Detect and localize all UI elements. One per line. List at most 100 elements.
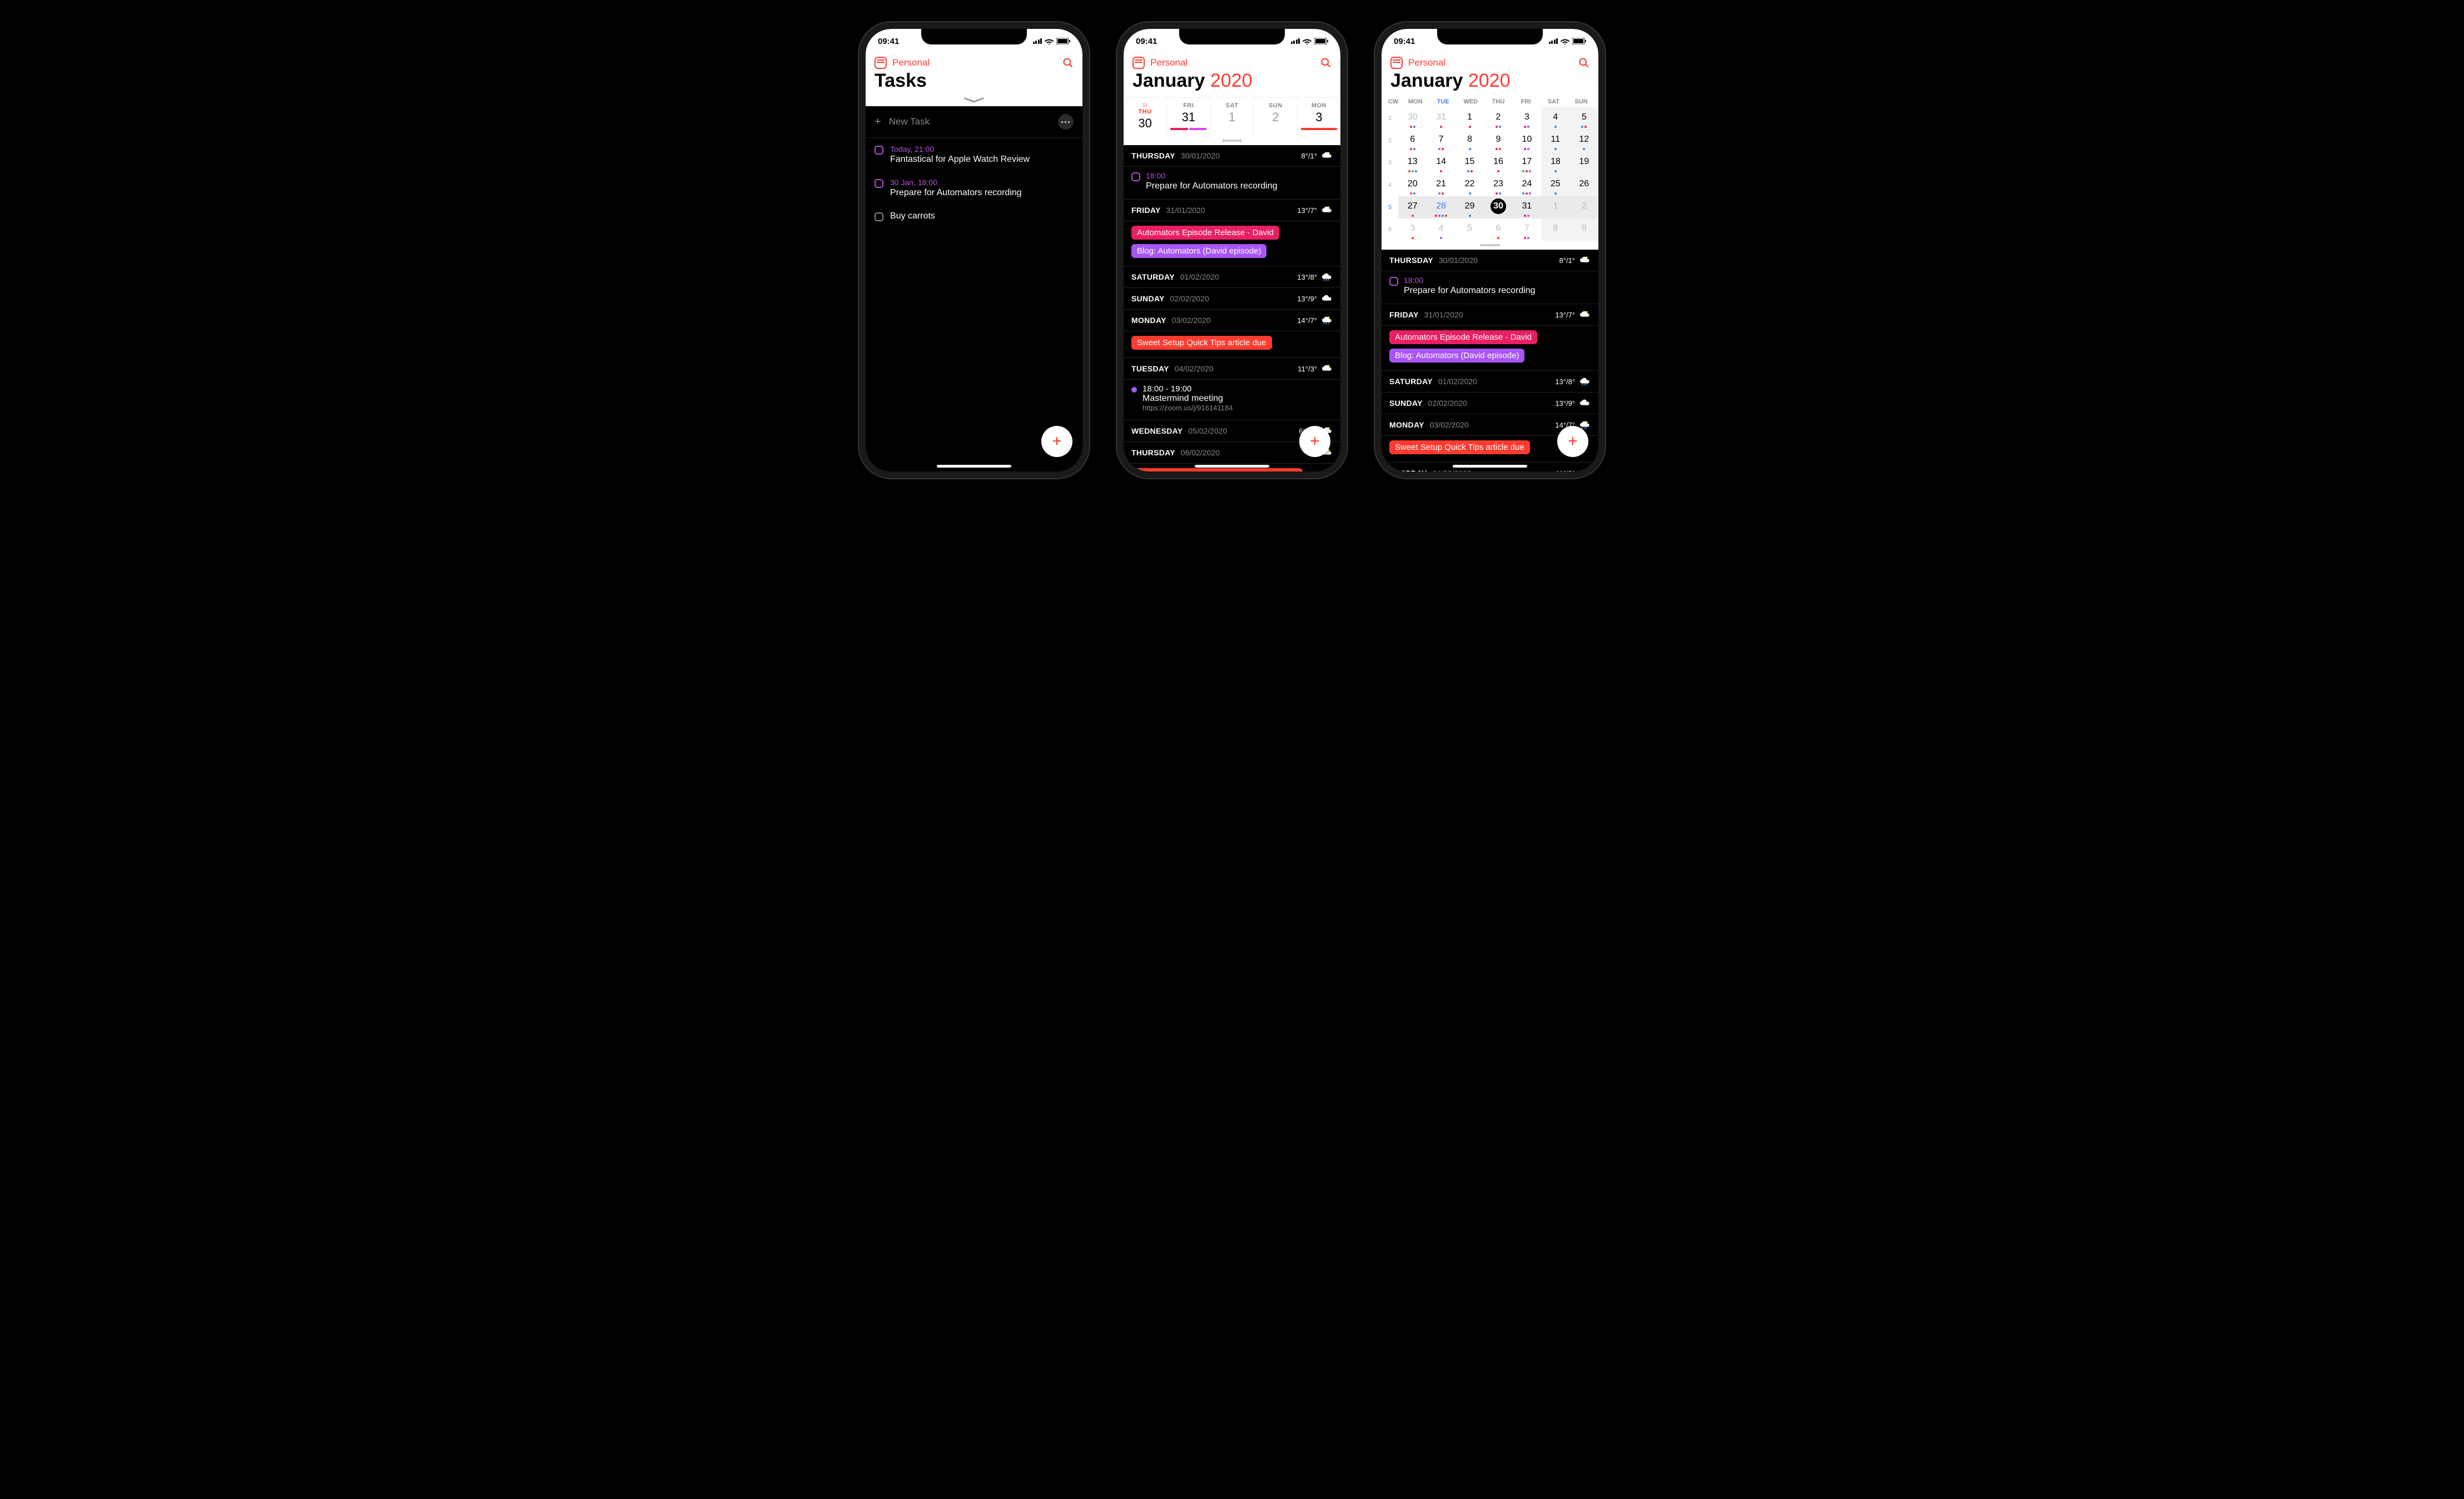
month-day[interactable]: 6 bbox=[1398, 130, 1427, 152]
week-day[interactable]: FRI31 bbox=[1167, 98, 1210, 136]
month-day[interactable]: 23 bbox=[1484, 174, 1512, 196]
month-day[interactable]: 2 bbox=[1484, 107, 1512, 130]
month-day[interactable]: 15 bbox=[1455, 152, 1484, 174]
home-indicator[interactable] bbox=[937, 465, 1011, 468]
month-day[interactable]: 19 bbox=[1570, 152, 1598, 174]
month-day[interactable]: 20 bbox=[1398, 174, 1427, 196]
month-day[interactable]: 2 bbox=[1570, 196, 1598, 219]
week-day[interactable]: SAT1 bbox=[1210, 98, 1254, 136]
month-day[interactable]: 12 bbox=[1570, 130, 1598, 152]
more-button[interactable]: ••• bbox=[1058, 114, 1074, 130]
event-dots bbox=[1398, 126, 1427, 128]
search-icon[interactable] bbox=[1320, 57, 1332, 68]
month-day[interactable]: 24 bbox=[1513, 174, 1541, 196]
day-header[interactable]: SATURDAY 01/02/202013°/8° bbox=[1382, 371, 1598, 393]
calendar-set-button[interactable]: Personal bbox=[1390, 57, 1445, 69]
calendar-set-button[interactable]: Personal bbox=[1132, 57, 1188, 69]
task-item[interactable]: 18:00Prepare for Automators recording bbox=[1389, 274, 1591, 298]
task-checkbox[interactable] bbox=[1389, 277, 1398, 286]
home-indicator[interactable] bbox=[1453, 465, 1527, 468]
month-grid[interactable]: 1303112345267891011123131415161718194202… bbox=[1382, 107, 1598, 241]
task-checkbox[interactable] bbox=[1131, 172, 1140, 181]
event-pill[interactable]: Blog: Automators (David episode) bbox=[1131, 244, 1266, 258]
month-day[interactable]: 21 bbox=[1427, 174, 1455, 196]
month-day[interactable]: 8 bbox=[1455, 130, 1484, 152]
search-icon[interactable] bbox=[1062, 57, 1074, 68]
status-indicators bbox=[1291, 38, 1329, 44]
task-item[interactable]: Buy carrots bbox=[866, 205, 1082, 228]
task-item[interactable]: 30 Jan, 18:00Prepare for Automators reco… bbox=[866, 171, 1082, 205]
month-day[interactable]: 27 bbox=[1398, 196, 1427, 219]
add-button[interactable]: + bbox=[1041, 426, 1072, 457]
day-header[interactable]: FRIDAY 31/01/202013°/7° bbox=[1124, 200, 1340, 221]
month-day[interactable]: 9 bbox=[1570, 219, 1598, 241]
month-day[interactable]: 22 bbox=[1455, 174, 1484, 196]
month-day[interactable]: 11 bbox=[1541, 130, 1569, 152]
month-day[interactable]: 26 bbox=[1570, 174, 1598, 196]
day-header[interactable]: TUESDAY 04/02/202011°/3° bbox=[1124, 358, 1340, 380]
add-button[interactable]: + bbox=[1299, 426, 1330, 457]
month-row: 313141516171819 bbox=[1382, 152, 1598, 174]
home-indicator[interactable] bbox=[1195, 465, 1269, 468]
event-item[interactable]: 18:00 - 19:00Mastermind meetinghttps://z… bbox=[1131, 382, 1333, 414]
add-button[interactable]: + bbox=[1557, 426, 1588, 457]
drag-handle[interactable] bbox=[1222, 140, 1242, 142]
month-day[interactable]: 4 bbox=[1427, 219, 1455, 241]
week-day[interactable]: ☑THU30 bbox=[1124, 98, 1167, 136]
month-day[interactable]: 7 bbox=[1427, 130, 1455, 152]
month-day[interactable]: 3 bbox=[1513, 107, 1541, 130]
task-item[interactable]: Today, 21:00Fantastical for Apple Watch … bbox=[866, 138, 1082, 171]
calendar-set-button[interactable]: Personal bbox=[875, 57, 930, 69]
month-day[interactable]: 13 bbox=[1398, 152, 1427, 174]
event-pill[interactable]: Automators Episode Release - David bbox=[1389, 330, 1537, 344]
task-checkbox[interactable] bbox=[875, 146, 883, 155]
day-temperature: 11°/3° bbox=[1556, 469, 1575, 472]
month-day[interactable]: 18 bbox=[1541, 152, 1569, 174]
event-pill[interactable]: Sweet Setup Quick Tips article due bbox=[1131, 336, 1272, 350]
day-number: 5 bbox=[1462, 221, 1478, 236]
month-day[interactable]: 30 bbox=[1398, 107, 1427, 130]
month-day[interactable]: 17 bbox=[1513, 152, 1541, 174]
month-day[interactable]: 16 bbox=[1484, 152, 1512, 174]
month-day[interactable]: 29 bbox=[1455, 196, 1484, 219]
week-day[interactable]: SUN2 bbox=[1254, 98, 1298, 136]
task-checkbox[interactable] bbox=[875, 212, 883, 221]
day-header[interactable]: SATURDAY 01/02/202013°/8° bbox=[1124, 266, 1340, 288]
task-checkbox[interactable] bbox=[875, 179, 883, 188]
day-header[interactable]: THURSDAY 30/01/20208°/1° bbox=[1382, 250, 1598, 271]
event-pill[interactable]: Sweet Setup Quick Tips article due bbox=[1389, 440, 1530, 454]
day-header[interactable]: FRIDAY 31/01/202013°/7° bbox=[1382, 304, 1598, 326]
month-day[interactable]: 4 bbox=[1541, 107, 1569, 130]
month-day[interactable]: 5 bbox=[1570, 107, 1598, 130]
month-day[interactable]: 30 bbox=[1484, 196, 1512, 219]
day-header[interactable]: SUNDAY 02/02/202013°/9° bbox=[1382, 393, 1598, 414]
month-day[interactable]: 1 bbox=[1541, 196, 1569, 219]
month-day[interactable]: 6 bbox=[1484, 219, 1512, 241]
month-day[interactable]: 14 bbox=[1427, 152, 1455, 174]
week-day[interactable]: MON3 bbox=[1298, 98, 1340, 136]
day-header[interactable]: SUNDAY 02/02/202013°/9° bbox=[1124, 288, 1340, 310]
week-strip[interactable]: ☑THU30FRI31SAT1SUN2MON3 bbox=[1124, 97, 1340, 136]
month-day[interactable]: 8 bbox=[1541, 219, 1569, 241]
month-day[interactable]: 1 bbox=[1455, 107, 1484, 130]
event-pill[interactable]: Sweet Setup Quick Tips Automation Colu… bbox=[1131, 468, 1303, 471]
month-day[interactable]: 5 bbox=[1455, 219, 1484, 241]
expand-handle[interactable] bbox=[866, 97, 1082, 106]
month-day[interactable]: 3 bbox=[1398, 219, 1427, 241]
search-icon[interactable] bbox=[1578, 57, 1589, 68]
day-header[interactable]: THURSDAY 30/01/20208°/1° bbox=[1124, 145, 1340, 167]
day-header[interactable]: MONDAY 03/02/202014°/7° bbox=[1124, 310, 1340, 331]
month-day[interactable]: 31 bbox=[1513, 196, 1541, 219]
month-day[interactable]: 28 bbox=[1427, 196, 1455, 219]
month-day[interactable]: 25 bbox=[1541, 174, 1569, 196]
new-task-button[interactable]: + New Task bbox=[875, 116, 930, 128]
day-name: MONDAY bbox=[1131, 316, 1166, 325]
event-pill[interactable]: Automators Episode Release - David bbox=[1131, 226, 1279, 240]
month-day[interactable]: 10 bbox=[1513, 130, 1541, 152]
month-day[interactable]: 7 bbox=[1513, 219, 1541, 241]
month-day[interactable]: 31 bbox=[1427, 107, 1455, 130]
drag-handle[interactable] bbox=[1480, 244, 1500, 246]
task-item[interactable]: 18:00Prepare for Automators recording bbox=[1131, 169, 1333, 193]
month-day[interactable]: 9 bbox=[1484, 130, 1512, 152]
event-pill[interactable]: Blog: Automators (David episode) bbox=[1389, 349, 1524, 363]
